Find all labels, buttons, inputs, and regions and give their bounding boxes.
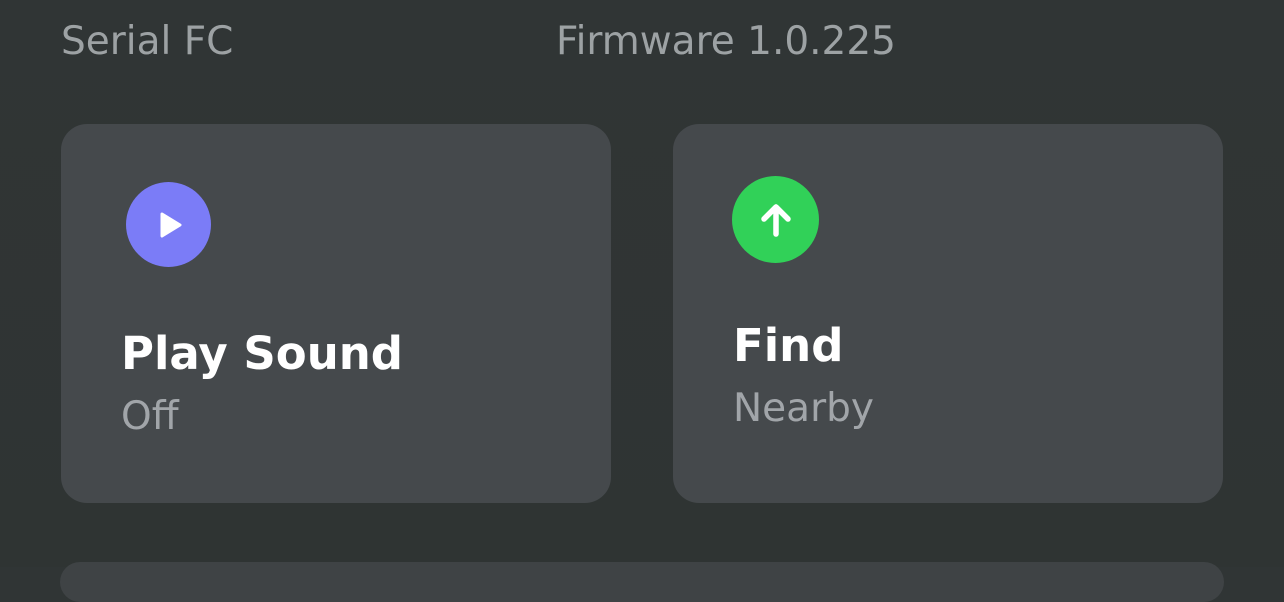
serial-label: Serial FC (61, 19, 234, 64)
find-status: Nearby (733, 386, 874, 431)
find-title: Find (733, 319, 844, 372)
play-sound-status: Off (121, 394, 179, 439)
next-card[interactable] (60, 562, 1224, 602)
find-card[interactable]: Find Nearby (673, 124, 1223, 503)
device-info-row: Serial FC Firmware 1.0.225 (0, 16, 1284, 68)
firmware-label: Firmware 1.0.225 (556, 19, 896, 64)
play-sound-title: Play Sound (121, 327, 403, 380)
play-icon (126, 182, 211, 267)
play-sound-card[interactable]: Play Sound Off (61, 124, 611, 503)
arrow-up-icon (732, 176, 819, 263)
